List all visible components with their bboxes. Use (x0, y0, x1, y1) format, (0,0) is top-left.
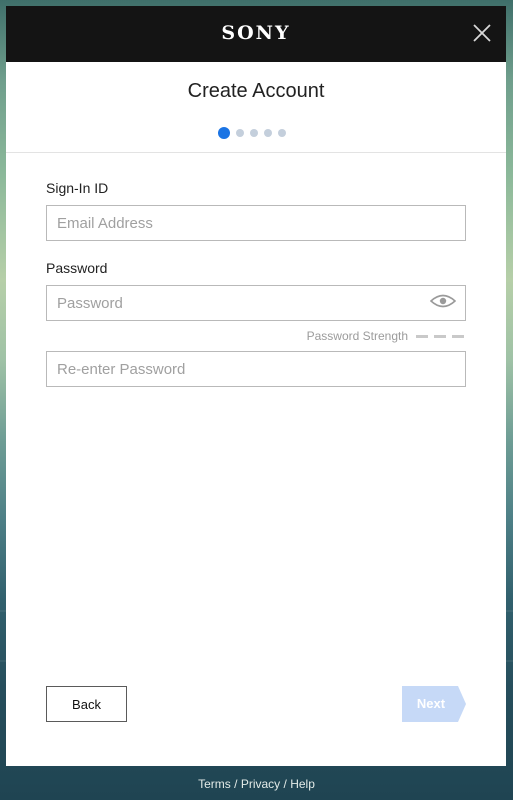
password-strength-meter: Password Strength (307, 329, 464, 343)
footer-links: Terms / Privacy / Help (0, 777, 513, 791)
step-dot-4 (264, 129, 272, 137)
password-label: Password (46, 260, 108, 276)
show-password-button[interactable] (429, 293, 457, 309)
top-bar: SONY (6, 6, 506, 62)
email-field[interactable] (46, 205, 466, 241)
reenter-password-field[interactable] (46, 351, 466, 387)
eye-icon (429, 294, 457, 308)
create-account-dialog: SONY Create Account Sign-In ID Password … (6, 6, 506, 766)
step-indicator (218, 127, 286, 139)
page-title: Create Account (187, 80, 325, 102)
sony-logo: SONY (221, 22, 291, 44)
next-button-label: Next (416, 696, 446, 711)
password-strength-label: Password Strength (306, 329, 408, 343)
privacy-link[interactable]: Privacy (241, 777, 280, 791)
close-icon (473, 24, 491, 42)
header-divider (6, 152, 506, 153)
step-dot-3 (250, 129, 258, 137)
back-button[interactable]: Back (46, 686, 127, 722)
footer-separator: / (234, 777, 238, 791)
step-dot-1 (218, 127, 230, 139)
next-button[interactable]: Next (402, 686, 466, 722)
signin-id-label: Sign-In ID (46, 180, 109, 196)
footer-separator: / (283, 777, 287, 791)
help-link[interactable]: Help (290, 777, 315, 791)
strength-segment (434, 334, 446, 338)
strength-segment (452, 334, 464, 338)
password-field[interactable] (46, 285, 466, 321)
step-dot-2 (236, 129, 244, 137)
close-button[interactable] (468, 19, 496, 47)
terms-link[interactable]: Terms (198, 777, 231, 791)
step-dot-5 (278, 129, 286, 137)
strength-segment (416, 334, 428, 338)
